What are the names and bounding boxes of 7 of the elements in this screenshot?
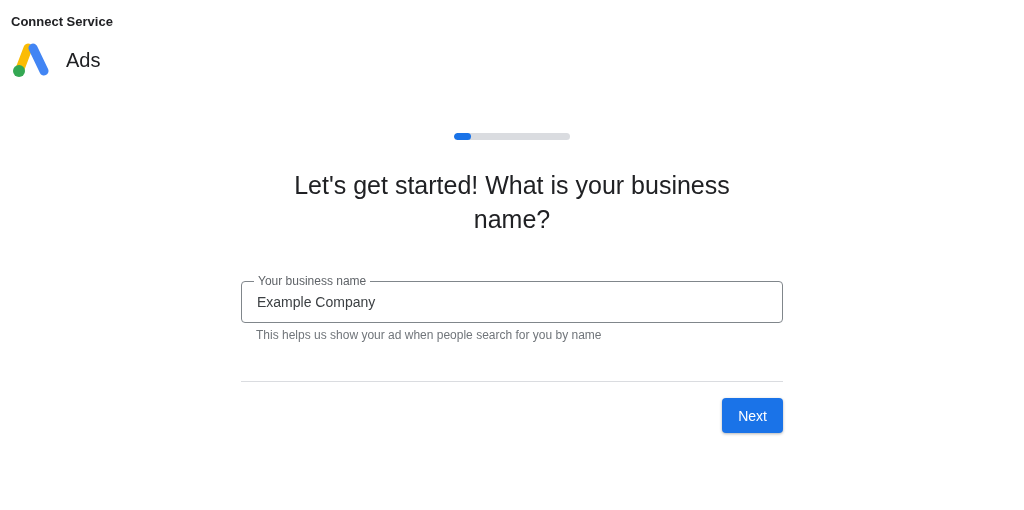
next-button[interactable]: Next xyxy=(722,398,783,433)
ads-logo-icon xyxy=(11,42,51,78)
business-name-field[interactable]: Your business name Example Company xyxy=(241,274,783,323)
page-title: Connect Service xyxy=(11,14,113,29)
helper-text: This helps us show your ad when people search for you by name xyxy=(256,328,603,342)
product-name: Ads xyxy=(66,48,101,72)
heading: Let's get started! What is your business name? xyxy=(293,170,731,235)
